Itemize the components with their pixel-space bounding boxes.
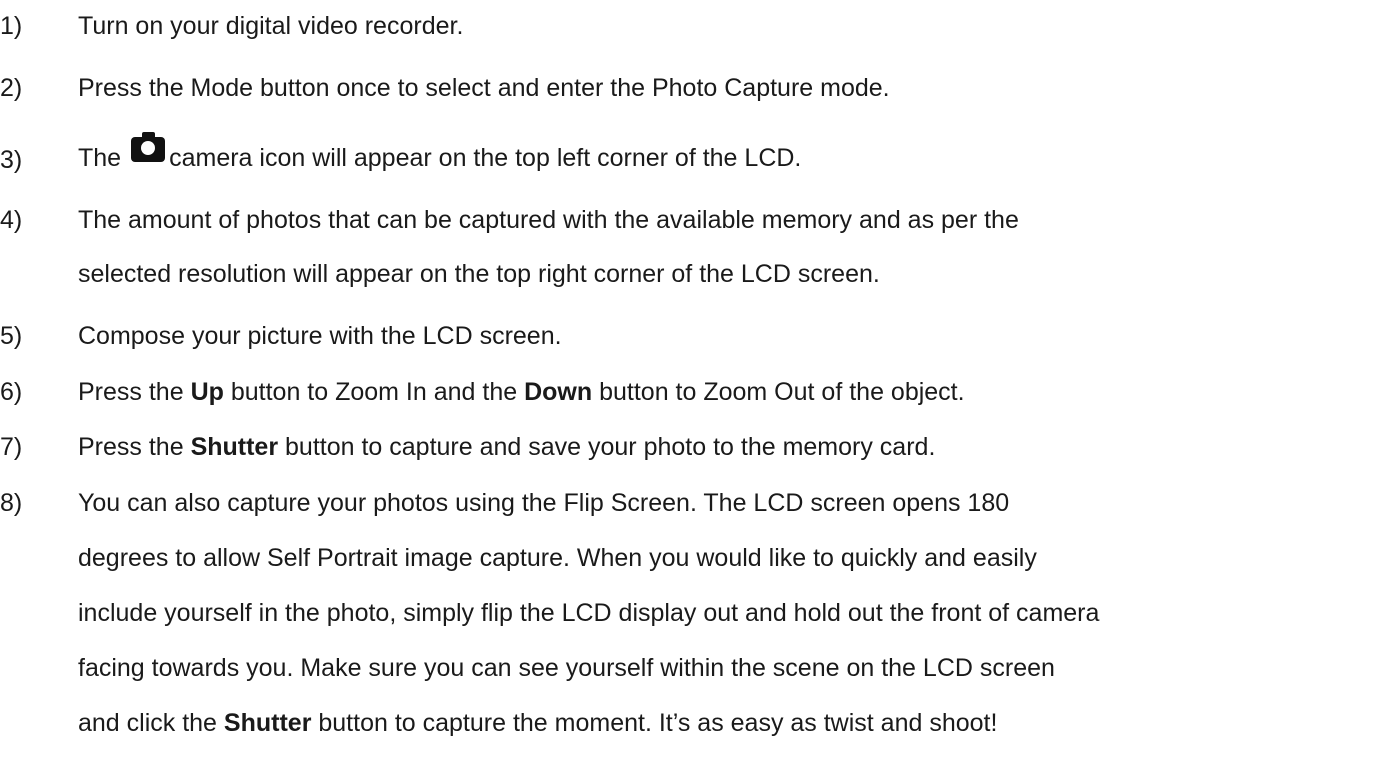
step-number: 4)	[0, 206, 23, 234]
step-number: 8)	[0, 489, 23, 517]
step-text-line-1: You can also capture your photos using t…	[78, 489, 1010, 517]
shutter-button-label: Shutter	[223, 709, 312, 737]
step-text-line-2: degrees to allow Self Portrait image cap…	[78, 544, 1037, 572]
step-text: Turn on your digital video recorder.	[78, 12, 464, 40]
camera-icon	[131, 132, 166, 162]
step-text-after-icon: camera icon will appear on the top left …	[169, 144, 802, 172]
step-number: 6)	[0, 378, 23, 406]
step-number: 7)	[0, 433, 23, 461]
step-number: 1)	[0, 12, 23, 40]
shutter-button-label: Shutter	[190, 433, 279, 461]
up-button-label: Up	[190, 378, 224, 406]
step-text-line-1: The amount of photos that can be capture…	[78, 206, 1019, 234]
step-text-line-3: include yourself in the photo, simply fl…	[78, 599, 1100, 627]
step-text: The camera icon will appear on the top le…	[78, 132, 801, 180]
step-number: 3)	[0, 146, 23, 174]
step-text-line-4: facing towards you. Make sure you can se…	[78, 654, 1055, 682]
instruction-page: 1) Turn on your digital video recorder. …	[0, 0, 1390, 781]
down-button-label: Down	[524, 378, 593, 406]
step-text-line-5: and click the Shutter button to capture …	[78, 709, 998, 737]
step-number: 5)	[0, 322, 23, 350]
step-text: Press the Shutter button to capture and …	[78, 433, 936, 461]
step-text: Press the Up button to Zoom In and the D…	[78, 378, 965, 406]
step-number: 2)	[0, 74, 23, 102]
step-text: Press the Mode button once to select and…	[78, 74, 890, 102]
step-text-before-icon: The	[78, 144, 122, 172]
step-text-line-2: selected resolution will appear on the t…	[78, 260, 880, 288]
step-text: Compose your picture with the LCD screen…	[78, 322, 562, 350]
